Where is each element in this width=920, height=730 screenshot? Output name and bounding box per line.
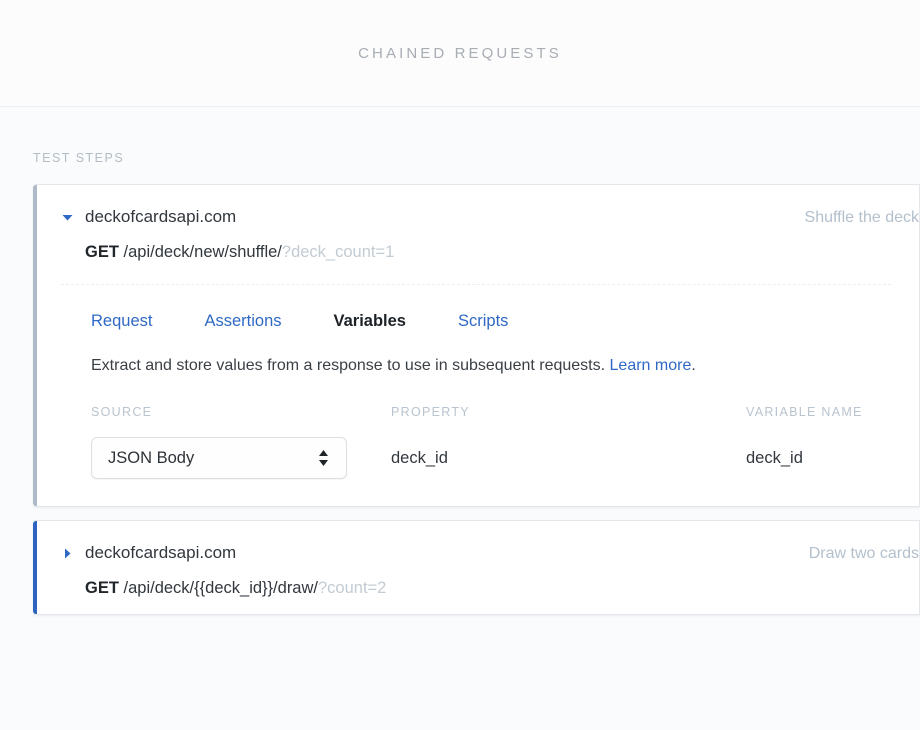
step-footer-spacer (33, 598, 919, 614)
variables-description-suffix: . (691, 357, 696, 374)
request-query: ?count=2 (318, 579, 387, 597)
source-select[interactable]: JSON Body (91, 437, 347, 479)
host-row: deckofcardsapi.com Draw two cards (85, 543, 919, 563)
app-page: Chained Requests Test steps deckofcardsa… (0, 0, 920, 730)
host-row: deckofcardsapi.com Shuffle the deck (85, 207, 919, 227)
request-url: GET /api/deck/{{deck_id}}/draw/?count=2 (85, 579, 919, 598)
test-step-main: deckofcardsapi.com Draw two cards GET /a… (85, 543, 919, 598)
test-steps-label: Test steps (33, 151, 125, 165)
test-step-card[interactable]: deckofcardsapi.com Draw two cards GET /a… (33, 520, 920, 615)
request-host: deckofcardsapi.com (85, 543, 237, 562)
column-header-variable-name: Variable name (746, 405, 863, 419)
page-body: Test steps deckofcardsapi.com Shuffle th… (0, 107, 920, 730)
request-method: GET (85, 243, 119, 261)
column-header-property: Property (391, 405, 470, 419)
column-header-source: Source (91, 405, 153, 419)
variable-name-cell[interactable]: deck_id (746, 449, 920, 468)
variables-description-text: Extract and store values from a response… (91, 357, 610, 374)
test-step-header[interactable]: deckofcardsapi.com Shuffle the deck GET … (33, 185, 919, 262)
test-step-card[interactable]: deckofcardsapi.com Shuffle the deck GET … (33, 184, 920, 507)
variables-table-header: Source Property Variable name (91, 405, 919, 419)
request-url: GET /api/deck/new/shuffle/?deck_count=1 (85, 243, 919, 262)
test-step-main: deckofcardsapi.com Shuffle the deck GET … (85, 207, 919, 262)
request-path: /api/deck/new/shuffle/ (123, 243, 282, 261)
tab-assertions[interactable]: Assertions (204, 312, 281, 331)
variables-description: Extract and store values from a response… (33, 331, 919, 375)
caret-right-icon[interactable] (61, 543, 85, 560)
request-host: deckofcardsapi.com (85, 207, 237, 226)
step-description: Shuffle the deck (804, 209, 919, 226)
table-row: JSON Body deck_id deck_id (91, 437, 919, 506)
tab-request[interactable]: Request (91, 312, 152, 331)
step-description: Draw two cards (808, 545, 919, 562)
variables-table: Source Property Variable name JSON Body (33, 375, 919, 506)
property-cell[interactable]: deck_id (391, 449, 746, 468)
page-title: Chained Requests (358, 44, 562, 62)
step-tabs: Request Assertions Variables Scripts (33, 285, 919, 331)
request-path: /api/deck/{{deck_id}}/draw/ (123, 579, 318, 597)
test-step-header[interactable]: deckofcardsapi.com Draw two cards GET /a… (33, 521, 919, 598)
tab-variables[interactable]: Variables (334, 312, 406, 331)
source-select-value: JSON Body (108, 448, 195, 467)
select-stepper-icon (318, 449, 329, 467)
request-method: GET (85, 579, 119, 597)
test-steps-list: deckofcardsapi.com Shuffle the deck GET … (0, 165, 920, 615)
page-header: Chained Requests (0, 0, 920, 107)
source-cell: JSON Body (91, 437, 391, 479)
tab-scripts[interactable]: Scripts (458, 312, 508, 331)
learn-more-link[interactable]: Learn more (610, 357, 692, 374)
request-query: ?deck_count=1 (281, 243, 395, 261)
caret-down-icon[interactable] (61, 207, 85, 224)
